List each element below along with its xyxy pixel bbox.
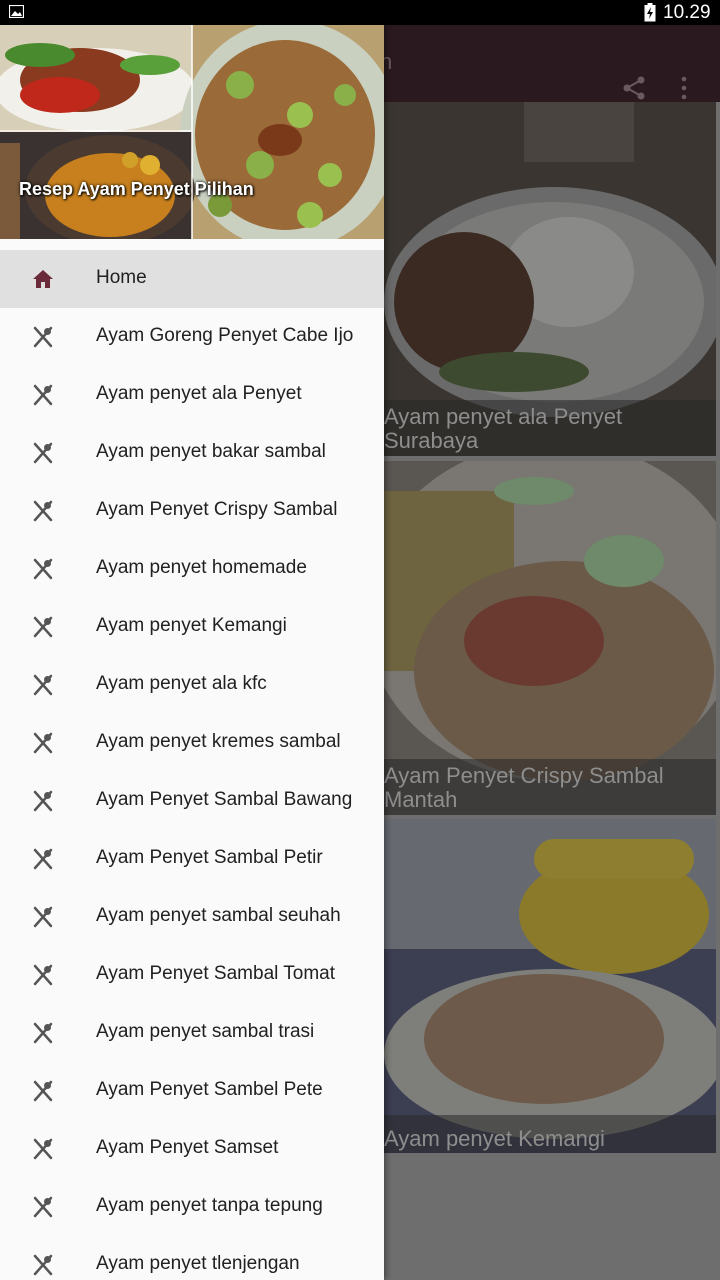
drawer-header-title: Resep Ayam Penyet Pilihan bbox=[19, 179, 254, 199]
drawer-item-label: Ayam Penyet Sambal Tomat bbox=[96, 963, 336, 984]
drawer-item-label: Home bbox=[96, 267, 147, 288]
recipe-caption: Ayam penyet Kemangi bbox=[384, 1115, 716, 1153]
drawer-item-label: Ayam Penyet Sambal Petir bbox=[96, 847, 323, 868]
share-icon[interactable] bbox=[621, 75, 647, 101]
drawer-menu: Home Ayam Goreng Penyet Cabe Ijo Ayam pe… bbox=[0, 250, 384, 1280]
home-icon bbox=[33, 270, 53, 288]
drawer-item-recipe[interactable]: Ayam penyet kremes sambal bbox=[0, 714, 384, 772]
drawer-item-label: Ayam penyet tlenjengan bbox=[96, 1253, 300, 1274]
drawer-item-label: Ayam Penyet Sambal Bawang bbox=[96, 789, 353, 810]
drawer-item-recipe[interactable]: Ayam Goreng Penyet Cabe Ijo bbox=[0, 308, 384, 366]
recipe-card[interactable]: Ayam penyet ala Penyet Surabaya bbox=[384, 102, 716, 456]
fork-spoon-icon bbox=[33, 964, 53, 986]
drawer-item-recipe[interactable]: Ayam penyet sambal trasi bbox=[0, 1004, 384, 1062]
drawer-item-label: Ayam Goreng Penyet Cabe Ijo bbox=[96, 325, 354, 346]
fork-spoon-icon bbox=[33, 442, 53, 464]
drawer-item-recipe[interactable]: Ayam Penyet Crispy Sambal bbox=[0, 482, 384, 540]
fork-spoon-icon bbox=[33, 1254, 53, 1276]
recipe-caption: Ayam Penyet Crispy Sambal Mantah bbox=[384, 759, 716, 815]
drawer-item-label: Ayam Penyet Sambel Pete bbox=[96, 1079, 323, 1100]
drawer-item-label: Ayam penyet kremes sambal bbox=[96, 731, 341, 752]
drawer-item-recipe[interactable]: Ayam penyet bakar sambal bbox=[0, 424, 384, 482]
recipe-card[interactable]: Ayam penyet Kemangi bbox=[384, 819, 716, 1153]
drawer-item-label: Ayam penyet ala Penyet bbox=[96, 383, 302, 404]
drawer-item-recipe[interactable]: Ayam Penyet Sambal Bawang bbox=[0, 772, 384, 830]
drawer-item-label: Ayam penyet Kemangi bbox=[96, 615, 287, 636]
drawer-item-recipe[interactable]: Ayam penyet homemade bbox=[0, 540, 384, 598]
drawer-item-label: Ayam penyet sambal trasi bbox=[96, 1021, 315, 1042]
drawer-item-recipe[interactable]: Ayam Penyet Sambal Petir bbox=[0, 830, 384, 888]
fork-spoon-icon bbox=[33, 616, 53, 638]
navigation-drawer: Resep Ayam Penyet Pilihan Home Ayam Gore… bbox=[0, 25, 384, 1280]
fork-spoon-icon bbox=[33, 732, 53, 754]
drawer-item-home[interactable]: Home bbox=[0, 250, 384, 308]
drawer-item-label: Ayam penyet homemade bbox=[96, 557, 307, 578]
fork-spoon-icon bbox=[33, 1080, 53, 1102]
fork-spoon-icon bbox=[33, 384, 53, 406]
drawer-item-recipe[interactable]: Ayam penyet sambal seuhah bbox=[0, 888, 384, 946]
drawer-item-recipe[interactable]: Ayam penyet Kemangi bbox=[0, 598, 384, 656]
fork-spoon-icon bbox=[33, 848, 53, 870]
fork-spoon-icon bbox=[33, 1022, 53, 1044]
status-clock: 10.29 bbox=[663, 2, 711, 23]
fork-spoon-icon bbox=[33, 790, 53, 812]
recipe-caption: Ayam penyet ala Penyet Surabaya bbox=[384, 400, 716, 456]
drawer-header: Resep Ayam Penyet Pilihan bbox=[0, 25, 384, 239]
drawer-item-label: Ayam penyet bakar sambal bbox=[96, 441, 326, 462]
drawer-item-recipe[interactable]: Ayam penyet ala Penyet bbox=[0, 366, 384, 424]
fork-spoon-icon bbox=[33, 500, 53, 522]
fork-spoon-icon bbox=[33, 1138, 53, 1160]
drawer-item-recipe[interactable]: Ayam penyet ala kfc bbox=[0, 656, 384, 714]
drawer-item-label: Ayam penyet ala kfc bbox=[96, 673, 267, 694]
image-notification-icon bbox=[9, 5, 24, 18]
fork-spoon-icon bbox=[33, 1196, 53, 1218]
drawer-item-label: Ayam Penyet Crispy Sambal bbox=[96, 499, 338, 520]
more-vert-icon[interactable] bbox=[676, 75, 692, 101]
drawer-header-image bbox=[0, 25, 384, 239]
drawer-item-label: Ayam penyet sambal seuhah bbox=[96, 905, 341, 926]
drawer-item-recipe[interactable]: Ayam penyet tlenjengan bbox=[0, 1236, 384, 1280]
drawer-item-recipe[interactable]: Ayam Penyet Sambel Pete bbox=[0, 1062, 384, 1120]
drawer-item-label: Ayam penyet tanpa tepung bbox=[96, 1195, 323, 1216]
drawer-item-recipe[interactable]: Ayam Penyet Sambal Tomat bbox=[0, 946, 384, 1004]
drawer-item-recipe[interactable]: Ayam penyet tanpa tepung bbox=[0, 1178, 384, 1236]
drawer-item-label: Ayam Penyet Samset bbox=[96, 1137, 279, 1158]
fork-spoon-icon bbox=[33, 674, 53, 696]
fork-spoon-icon bbox=[33, 326, 53, 348]
recipe-card[interactable]: Ayam Penyet Crispy Sambal Mantah bbox=[384, 461, 716, 815]
drawer-item-recipe[interactable]: Ayam Penyet Samset bbox=[0, 1120, 384, 1178]
recipe-photo bbox=[384, 819, 716, 1153]
fork-spoon-icon bbox=[33, 558, 53, 580]
battery-charging-icon bbox=[644, 3, 656, 22]
fork-spoon-icon bbox=[33, 906, 53, 928]
status-bar: 10.29 bbox=[0, 0, 720, 25]
